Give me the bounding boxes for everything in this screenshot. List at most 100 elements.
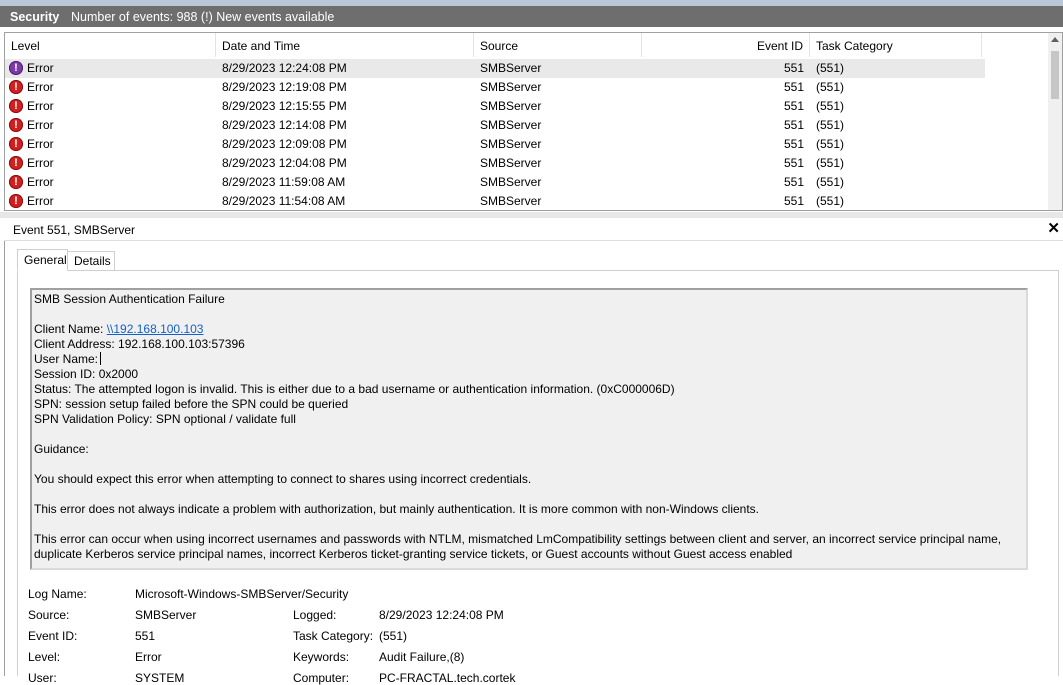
level-cell: Error	[27, 156, 54, 170]
table-row[interactable]: ! Error 8/29/2023 12:04:08 PM SMBServer 551 (…	[5, 154, 985, 173]
guidance-paragraph-2: This error does not always indicate a pr…	[34, 502, 759, 516]
task-category-cell: (551)	[816, 80, 845, 94]
table-row[interactable]: ! Error 8/29/2023 12:14:08 PM SMBServer 551 (…	[5, 116, 985, 135]
user-value: SYSTEM	[135, 671, 185, 685]
column-header-level[interactable]: Level	[5, 33, 216, 57]
task-category-value: (551)	[379, 629, 408, 643]
grid-header: Level Date and Time Source Event ID Task…	[5, 33, 1062, 57]
task-category-cell: (551)	[816, 118, 845, 132]
close-icon[interactable]: ✕	[1047, 219, 1060, 237]
error-icon: !	[9, 61, 23, 75]
logged-value: 8/29/2023 12:24:08 PM	[379, 608, 504, 622]
log-name-label: Log Name:	[28, 587, 87, 601]
scroll-up-arrow-icon[interactable]	[1051, 37, 1059, 42]
table-row[interactable]: ! Error 8/29/2023 12:19:08 PM SMBServer 551 (…	[5, 78, 985, 97]
task-category-cell: (551)	[816, 175, 845, 189]
source-cell: SMBServer	[480, 175, 542, 189]
client-address: Client Address: 192.168.100.103:57396	[34, 337, 245, 351]
table-row[interactable]: ! Error 8/29/2023 12:24:08 PM SMBServer 551 (…	[5, 59, 985, 78]
client-name-line: Client Name: \\192.168.100.103	[34, 322, 203, 337]
detail-pane-border	[4, 241, 5, 676]
level-cell: Error	[27, 61, 54, 75]
source-cell: SMBServer	[480, 80, 542, 94]
source-cell: SMBServer	[480, 99, 542, 113]
task-category-cell: (551)	[816, 194, 845, 208]
table-row[interactable]: ! Error 8/29/2023 12:09:08 PM SMBServer 551 (…	[5, 135, 985, 154]
user-label: User:	[28, 671, 57, 685]
event-id-cell: 551	[783, 61, 804, 75]
log-name: Security	[10, 10, 60, 24]
logged-label: Logged:	[293, 608, 337, 622]
tab-general[interactable]: General	[17, 249, 68, 271]
level-cell: Error	[27, 175, 54, 189]
datetime-cell: 8/29/2023 12:15:55 PM	[222, 99, 347, 113]
log-title-bar: Security Number of events: 988 (!) New e…	[0, 0, 1063, 27]
session-id: Session ID: 0x2000	[34, 367, 139, 381]
event-id-value: 551	[135, 629, 156, 643]
guidance-paragraph-3a: This error can occur when using incorrec…	[34, 532, 1002, 546]
event-id-cell: 551	[783, 99, 804, 113]
level-cell: Error	[27, 118, 54, 132]
error-icon: !	[9, 118, 23, 132]
column-header-source[interactable]: Source	[474, 33, 642, 57]
guidance-paragraph-1: You should expect this error when attemp…	[34, 472, 532, 486]
source-cell: SMBServer	[480, 156, 542, 170]
level-cell: Error	[27, 194, 54, 208]
column-header-event-id[interactable]: Event ID	[642, 33, 810, 57]
error-icon: !	[9, 137, 23, 151]
column-header-task-category[interactable]: Task Category	[810, 33, 982, 57]
user-name-line: User Name:	[34, 352, 102, 367]
event-id-label: Event ID:	[28, 629, 78, 643]
event-detail-header: Event 551, SMBServer ✕	[4, 219, 1063, 241]
error-icon: !	[9, 194, 23, 208]
user-name-label: User Name:	[34, 352, 99, 366]
task-category-cell: (551)	[816, 156, 845, 170]
source-label: Source:	[28, 608, 70, 622]
pane-splitter[interactable]	[0, 212, 1063, 218]
task-category-label: Task Category:	[293, 629, 374, 643]
description-heading: SMB Session Authentication Failure	[34, 292, 225, 306]
event-id-cell: 551	[783, 156, 804, 170]
level-cell: Error	[27, 137, 54, 151]
log-name-value: Microsoft-Windows-SMBServer/Security	[135, 587, 349, 601]
event-id-cell: 551	[783, 137, 804, 151]
events-summary: Number of events: 988 (!) New events ava…	[71, 10, 335, 24]
table-row[interactable]: ! Error 8/29/2023 12:15:55 PM SMBServer 551 (…	[5, 97, 985, 116]
level-cell: Error	[27, 99, 54, 113]
table-row[interactable]: ! Error 8/29/2023 11:59:08 AM SMBServer 551 (…	[5, 173, 985, 192]
grid-vertical-scrollbar[interactable]	[1048, 33, 1062, 210]
scroll-thumb[interactable]	[1051, 51, 1059, 99]
client-name-link[interactable]: \\192.168.100.103	[107, 322, 204, 336]
status-line: Status: The attempted logon is invalid. …	[34, 382, 675, 396]
level-label: Level:	[28, 650, 61, 664]
keywords-value: Audit Failure,(8)	[379, 650, 465, 664]
computer-label: Computer:	[293, 671, 350, 685]
tab-details[interactable]: Details	[68, 251, 115, 271]
source-cell: SMBServer	[480, 137, 542, 151]
datetime-cell: 8/29/2023 12:04:08 PM	[222, 156, 347, 170]
event-id-cell: 551	[783, 175, 804, 189]
task-category-cell: (551)	[816, 99, 845, 113]
guidance-paragraph-3b: duplicate Kerberos service principal nam…	[34, 547, 793, 561]
event-description[interactable]: SMB Session Authentication Failure Clien…	[30, 288, 1028, 570]
event-id-cell: 551	[783, 118, 804, 132]
level-cell: Error	[27, 80, 54, 94]
column-header-datetime[interactable]: Date and Time	[216, 33, 474, 57]
datetime-cell: 8/29/2023 11:54:08 AM	[222, 194, 346, 208]
task-category-cell: (551)	[816, 61, 845, 75]
error-icon: !	[9, 80, 23, 94]
error-icon: !	[9, 99, 23, 113]
keywords-label: Keywords:	[293, 650, 350, 664]
client-name-label: Client Name:	[34, 322, 107, 336]
source-cell: SMBServer	[480, 194, 542, 208]
level-value: Error	[135, 650, 162, 664]
event-detail-title: Event 551, SMBServer	[13, 223, 136, 237]
source-value: SMBServer	[135, 608, 197, 622]
events-grid[interactable]: Level Date and Time Source Event ID Task…	[4, 32, 1063, 211]
text-caret	[100, 352, 102, 365]
computer-value: PC-FRACTAL.tech.cortek	[379, 671, 516, 685]
error-icon: !	[9, 175, 23, 189]
datetime-cell: 8/29/2023 12:09:08 PM	[222, 137, 347, 151]
table-row[interactable]: ! Error 8/29/2023 11:54:08 AM SMBServer 551 (…	[5, 192, 985, 210]
spn-policy-line: SPN Validation Policy: SPN optional / va…	[34, 412, 296, 426]
